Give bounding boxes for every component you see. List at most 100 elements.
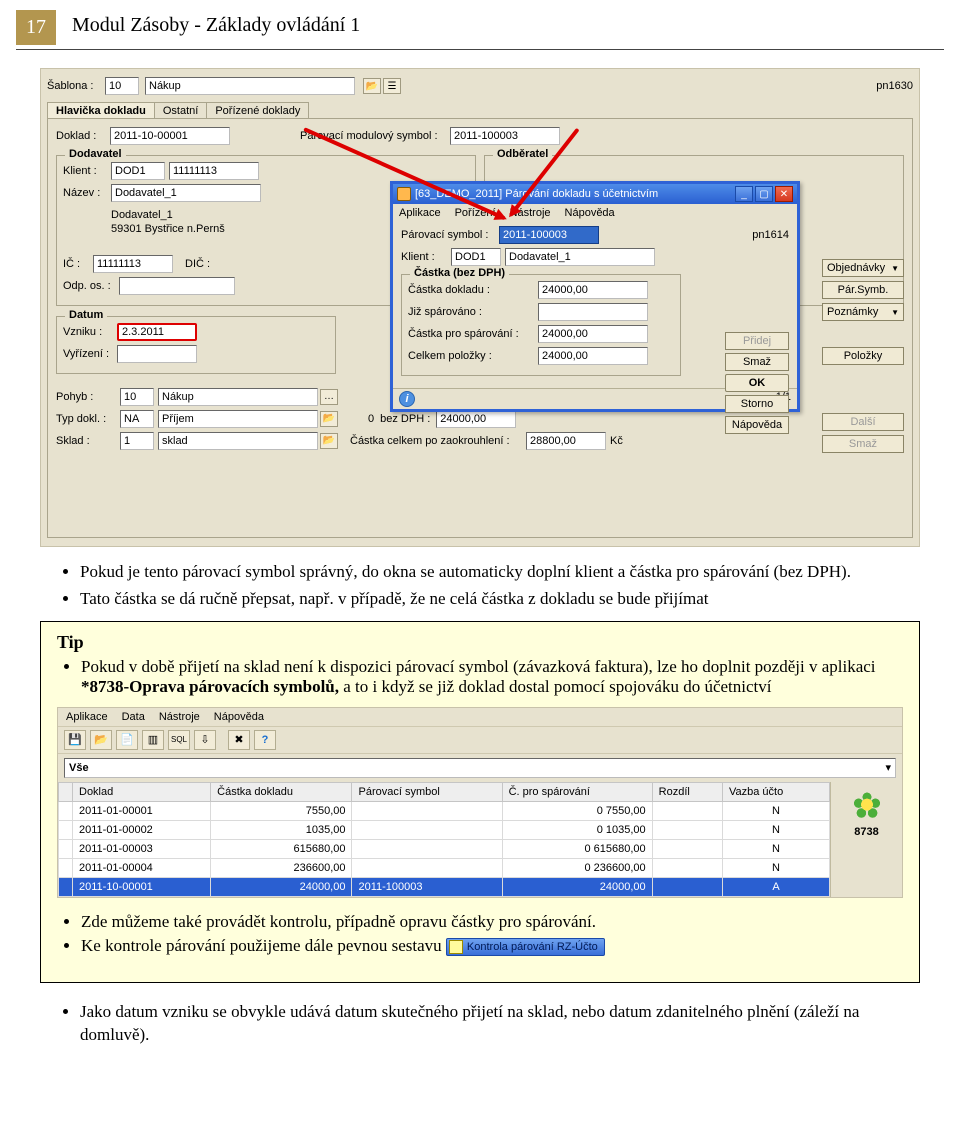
- dlg-castka-legend: Částka (bez DPH): [410, 267, 509, 279]
- dlg-klient-name[interactable]: Dodavatel_1: [505, 248, 655, 266]
- col-doklad[interactable]: Doklad: [73, 782, 211, 801]
- info-icon[interactable]: i: [399, 391, 415, 407]
- ok-button[interactable]: OK: [725, 374, 789, 392]
- ic-label: IČ :: [63, 258, 93, 270]
- dlg-klient-label: Klient :: [401, 251, 451, 263]
- tip-bullet-2: Zde můžeme také provádět kontrolu, přípa…: [81, 912, 903, 932]
- odp-value[interactable]: [119, 277, 235, 295]
- smaz-button[interactable]: Smaž: [822, 435, 904, 453]
- minimize-icon[interactable]: _: [735, 186, 753, 202]
- table-row[interactable]: 2011-01-00003615680,000 615680,00N: [59, 839, 830, 858]
- zaokr-value: 28800,00: [526, 432, 606, 450]
- r2v: [538, 303, 648, 321]
- poznamky-button[interactable]: Poznámky▼: [822, 303, 904, 321]
- filter-row: Vše▾: [58, 754, 902, 782]
- maximize-icon[interactable]: ▢: [755, 186, 773, 202]
- typdokl-name[interactable]: Příjem: [158, 410, 318, 428]
- nazev-value[interactable]: Dodavatel_1: [111, 184, 261, 202]
- dlg-klient-code[interactable]: DOD1: [451, 248, 501, 266]
- dic-label: DIČ :: [185, 258, 219, 270]
- dlg-parsym-label: Párovací symbol :: [401, 229, 499, 241]
- dalsi-button[interactable]: Další: [822, 413, 904, 431]
- app2-menu-nastroje[interactable]: Nástroje: [159, 711, 200, 723]
- sklad-name[interactable]: sklad: [158, 432, 318, 450]
- sklad-code[interactable]: 1: [120, 432, 154, 450]
- side-num: 8738: [854, 826, 878, 838]
- tab-hlavicka[interactable]: Hlavička dokladu: [47, 102, 155, 119]
- tb-export-icon[interactable]: ⇩: [194, 730, 216, 750]
- tb-sql-icon[interactable]: SQL: [168, 730, 190, 750]
- tb-filter-icon[interactable]: ▥: [142, 730, 164, 750]
- storno-button[interactable]: Storno: [725, 395, 789, 413]
- menu-napoveda[interactable]: Nápověda: [565, 207, 615, 219]
- r3v[interactable]: 24000,00: [538, 325, 648, 343]
- pohyb-name[interactable]: Nákup: [158, 388, 318, 406]
- lookup-icon[interactable]: …: [320, 389, 338, 405]
- tb-save-icon[interactable]: 💾: [64, 730, 86, 750]
- dlg-parsym-value[interactable]: 2011-100003: [499, 226, 599, 244]
- pohyb-code[interactable]: 10: [120, 388, 154, 406]
- dodavatel-legend: Dodavatel: [65, 148, 126, 160]
- filter-combo[interactable]: Vše▾: [64, 758, 896, 778]
- bottom-bullet: Jako datum vzniku se obvykle udává datum…: [80, 1001, 920, 1047]
- app2-menu-data[interactable]: Data: [122, 711, 145, 723]
- zaokr-label: Částka celkem po zaokrouhlení :: [350, 435, 526, 447]
- pridej-button[interactable]: Přidej: [725, 332, 789, 350]
- vzniku-value[interactable]: 2.3.2011: [117, 323, 197, 341]
- col-csparovani[interactable]: Č. pro spárování: [502, 782, 652, 801]
- flower-icon[interactable]: [853, 792, 881, 820]
- r2l: Již spárováno :: [408, 306, 538, 318]
- tb-folder-icon[interactable]: 📂: [90, 730, 112, 750]
- pill-kontrola[interactable]: Kontrola párování RZ-Účto: [446, 938, 605, 956]
- col-rozdil[interactable]: Rozdíl: [652, 782, 722, 801]
- tip-bullet-3: Ke kontrole párování použijeme dále pevn…: [81, 936, 903, 956]
- zero-label: 0: [368, 413, 374, 425]
- klient-code[interactable]: DOD1: [111, 162, 165, 180]
- tip-box: Tip Pokud v době přijetí na sklad není k…: [40, 621, 920, 983]
- ic-value[interactable]: 11111113: [93, 255, 173, 273]
- sablona-code[interactable]: 10: [105, 77, 139, 95]
- app2-menu-aplikace[interactable]: Aplikace: [66, 711, 108, 723]
- tb-help-icon[interactable]: ?: [254, 730, 276, 750]
- tab-ostatni[interactable]: Ostatní: [154, 102, 207, 119]
- table-row[interactable]: 2011-01-000017550,000 7550,00N: [59, 801, 830, 820]
- vyrizeni-value[interactable]: [117, 345, 197, 363]
- bullet-1: Pokud je tento párovací symbol správný, …: [80, 561, 920, 584]
- dlg-smaz-button[interactable]: Smaž: [725, 353, 789, 371]
- close-icon[interactable]: ✕: [775, 186, 793, 202]
- lookup-icon-2[interactable]: 📂: [320, 411, 338, 427]
- page-title: Modul Zásoby - Základy ovládání 1: [72, 10, 360, 37]
- sablona-name[interactable]: Nákup: [145, 77, 355, 95]
- table-row[interactable]: 2011-10-0000124000,002011-10000324000,00…: [59, 877, 830, 896]
- tb-doc-icon[interactable]: 📄: [116, 730, 138, 750]
- lookup-icon-3[interactable]: 📂: [320, 433, 338, 449]
- objednavky-button[interactable]: Objednávky▼: [822, 259, 904, 277]
- vyrizeni-label: Vyřízení :: [63, 348, 117, 360]
- parsymb-button[interactable]: Pár.Symb.: [822, 281, 904, 299]
- napoveda-button[interactable]: Nápověda: [725, 416, 789, 434]
- col-parsym[interactable]: Párovací symbol: [352, 782, 502, 801]
- doklad-label: Doklad :: [56, 130, 110, 142]
- menu-aplikace[interactable]: Aplikace: [399, 207, 441, 219]
- typdokl-code[interactable]: NA: [120, 410, 154, 428]
- folder-open-icon[interactable]: 📂: [363, 78, 381, 94]
- parovani-dialog: [63_DEMO_2011] Párování dokladu s účetni…: [390, 181, 800, 412]
- parsym-value[interactable]: 2011-100003: [450, 127, 560, 145]
- klient-num[interactable]: 11111113: [169, 162, 259, 180]
- col-castka[interactable]: Částka dokladu: [211, 782, 352, 801]
- table-row[interactable]: 2011-01-00004236600,000 236600,00N: [59, 858, 830, 877]
- polozky-button[interactable]: Položky: [822, 347, 904, 365]
- data-grid[interactable]: Doklad Částka dokladu Párovací symbol Č.…: [58, 782, 830, 897]
- app2-menu-napoveda[interactable]: Nápověda: [214, 711, 264, 723]
- dialog-menubar: Aplikace Pořízení Nástroje Nápověda: [393, 204, 797, 222]
- list-icon[interactable]: ☰: [383, 78, 401, 94]
- table-row[interactable]: 2011-01-000021035,000 1035,00N: [59, 820, 830, 839]
- dlg-castka-group: Částka (bez DPH) Částka dokladu : 24000,…: [401, 274, 681, 376]
- doklad-value[interactable]: 2011-10-00001: [110, 127, 230, 145]
- grid-window: Aplikace Data Nástroje Nápověda 💾 📂 📄 ▥ …: [57, 707, 903, 898]
- r3l: Částka pro spárování :: [408, 328, 538, 340]
- tb-close-icon[interactable]: ✖: [228, 730, 250, 750]
- odberatel-legend: Odběratel: [493, 148, 552, 160]
- col-vazba[interactable]: Vazba účto: [722, 782, 829, 801]
- tab-porizene[interactable]: Pořízené doklady: [206, 102, 309, 119]
